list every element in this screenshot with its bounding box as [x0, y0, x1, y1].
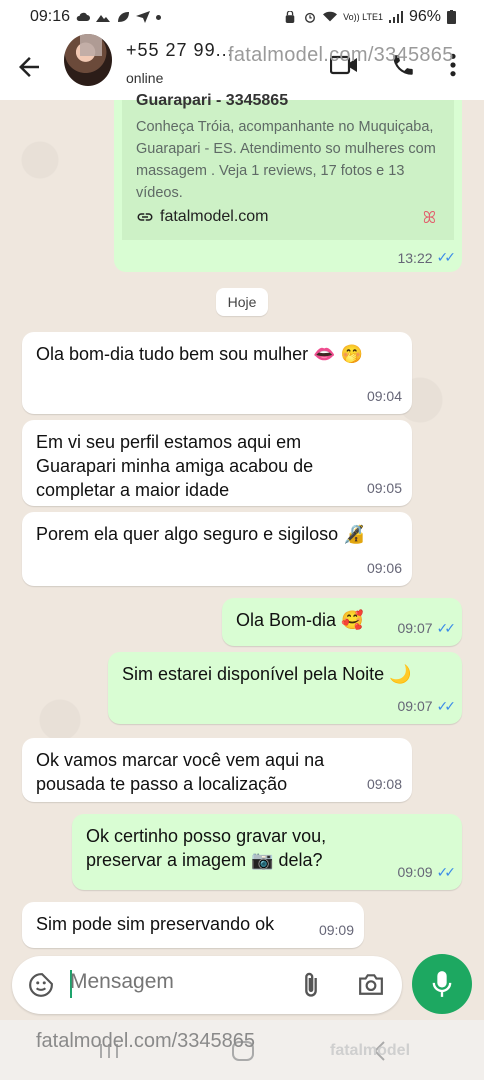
message-time: 09:04 [366, 388, 402, 404]
notification-dot [156, 14, 162, 20]
signal-icon [388, 11, 403, 23]
camera-icon[interactable] [358, 972, 384, 996]
message-time: 09:07 ✓✓ [397, 694, 457, 718]
bow-logo-icon: ꕤ [422, 210, 436, 227]
message-bubble[interactable]: Porem ela quer algo seguro e sigiloso 🔏 … [22, 512, 412, 586]
message-time: 09:07 ✓✓ [397, 616, 457, 640]
message-bubble[interactable]: Sim estarei disponível pela Noite 🌙 09:0… [108, 652, 462, 724]
read-ticks-icon: ✓✓ [436, 698, 457, 714]
message-input[interactable] [70, 970, 290, 994]
back-arrow-icon[interactable] [14, 52, 44, 82]
mountain-icon [96, 15, 111, 22]
date-chip: Hoje [216, 288, 268, 316]
read-ticks-icon: ✓✓ [436, 864, 457, 880]
message-text: Ok vamos marcar você vem aqui na pousada… [36, 750, 325, 794]
clock: 09:16 [30, 8, 71, 25]
alarm-icon [305, 12, 316, 23]
wifi-icon [323, 11, 338, 22]
emoji-sticker-icon[interactable] [28, 972, 54, 998]
message-text: Sim pode sim preservando ok [36, 914, 275, 934]
message-time: 13:22 ✓✓ [397, 249, 457, 266]
contact-status: online [126, 70, 164, 86]
leaf-icon [118, 12, 130, 22]
read-ticks-icon: ✓✓ [436, 620, 457, 636]
link-preview-url[interactable]: fatalmodel.com [136, 208, 269, 226]
link-preview-message[interactable]: Guarapari - 3345865 Conheça Tróia, acomp… [114, 92, 462, 272]
alarm-lock-icon [285, 11, 295, 23]
message-time: 09:09 ✓✓ [397, 860, 457, 884]
message-bubble[interactable]: Ok certinho posso gravar vou, preservar … [72, 814, 462, 890]
link-text: fatalmodel.com [160, 208, 269, 225]
message-text: Ok certinho posso gravar vou, preservar … [86, 826, 327, 870]
watermark-top: fatalmodel.com/3345865 [228, 44, 454, 66]
message-bubble[interactable]: Ola bom-dia tudo bem sou mulher 👄 🤭 09:0… [22, 332, 412, 414]
message-text: Porem ela quer algo seguro e sigiloso 🔏 [36, 524, 366, 544]
watermark-bottom: fatalmodel.com/3345865 [36, 1030, 256, 1052]
watermark-logo: fatalmodel [330, 1042, 411, 1059]
message-text: Ola bom-dia tudo bem sou mulher 👄 🤭 [36, 344, 363, 364]
avatar[interactable] [64, 34, 112, 86]
message-bubble[interactable]: Em vi seu perfil estamos aqui em Guarapa… [22, 420, 412, 506]
message-text: Sim estarei disponível pela Noite 🌙 [122, 664, 412, 684]
message-time: 09:09 [318, 922, 354, 938]
link-preview-description: Conheça Tróia, acompanhante no Muquiçaba… [136, 119, 436, 201]
network-label: Vo)) LTE1 [343, 11, 383, 22]
battery-level: 96% [408, 8, 441, 25]
message-text: Ola Bom-dia 🥰 [236, 610, 364, 630]
link-preview-card[interactable]: Guarapari - 3345865 Conheça Tróia, acomp… [122, 92, 454, 240]
message-time: 09:06 [366, 560, 402, 576]
battery-icon [447, 10, 456, 24]
microphone-icon [432, 971, 452, 997]
attach-paperclip-icon[interactable] [302, 971, 320, 999]
message-composer [12, 956, 402, 1014]
message-bubble[interactable]: Sim pode sim preservando ok 09:09 [22, 902, 364, 948]
send-icon [136, 11, 151, 23]
link-preview-title: Guarapari - 3345865 [136, 92, 289, 109]
link-icon [137, 213, 153, 221]
read-ticks-icon: ✓✓ [436, 249, 457, 265]
message-bubble[interactable]: Ok vamos marcar você vem aqui na pousada… [22, 738, 412, 802]
message-time: 09:08 [366, 776, 402, 792]
voice-record-button[interactable] [412, 954, 472, 1014]
message-time: 09:05 [366, 480, 402, 496]
status-bar: 09:16 Vo)) LTE1 96% [0, 0, 484, 34]
message-bubble[interactable]: Ola Bom-dia 🥰 09:07 ✓✓ [222, 598, 462, 646]
cloud-icon [76, 12, 91, 21]
contact-name[interactable]: +55 27 99... [126, 40, 234, 61]
message-text: Em vi seu perfil estamos aqui em Guarapa… [36, 432, 314, 500]
